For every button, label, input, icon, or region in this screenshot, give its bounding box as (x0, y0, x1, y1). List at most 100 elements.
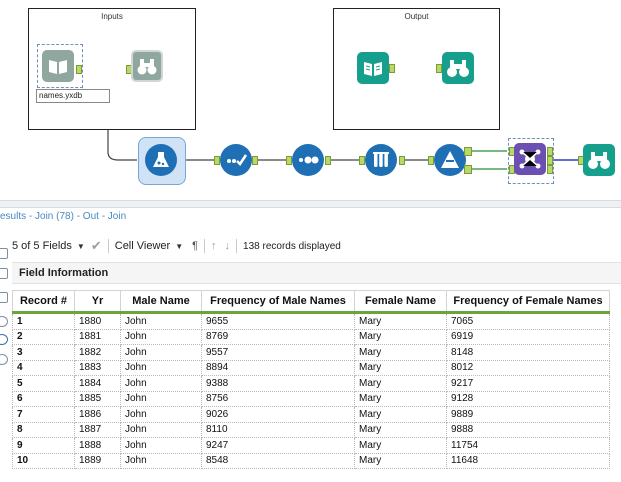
year-cell[interactable]: 1885 (74, 390, 121, 407)
table-row[interactable]: 6 1885 John 8756 Mary 9128 (12, 390, 610, 407)
female-frequency-cell[interactable]: 11754 (446, 437, 610, 454)
male-name-cell[interactable]: John (120, 375, 202, 392)
year-cell[interactable]: 1880 (74, 312, 121, 330)
record-number-cell[interactable]: 3 (12, 344, 75, 361)
female-name-cell[interactable]: Mary (354, 437, 447, 454)
female-name-cell[interactable]: Mary (354, 406, 447, 423)
filter-true-anchor[interactable] (464, 147, 472, 156)
male-frequency-cell[interactable]: 8756 (201, 390, 355, 407)
female-name-cell[interactable]: Mary (354, 359, 447, 376)
record-number-cell[interactable]: 4 (12, 359, 75, 376)
male-name-cell[interactable]: John (120, 390, 202, 407)
table-row[interactable]: 7 1886 John 9026 Mary 9889 (12, 406, 610, 423)
record-number-cell[interactable]: 1 (12, 312, 75, 330)
year-cell[interactable]: 1886 (74, 406, 121, 423)
select-tool-out-anchor[interactable] (252, 156, 258, 165)
male-frequency-cell[interactable]: 8769 (201, 328, 355, 345)
input-data-tool[interactable] (42, 50, 74, 82)
male-frequency-cell[interactable]: 8548 (201, 452, 355, 469)
results-grid[interactable]: Record # Yr Male Name Frequency of Male … (12, 290, 610, 469)
table-row[interactable]: 9 1888 John 9247 Mary 11754 (12, 437, 610, 454)
circle-2-icon[interactable] (0, 334, 8, 345)
female-name-cell[interactable]: Mary (354, 375, 447, 392)
fields-dropdown[interactable]: 5 of 5 Fields ▼ (12, 240, 85, 252)
field-information-bar[interactable]: Field Information (12, 262, 621, 284)
female-name-cell[interactable]: Mary (354, 328, 447, 345)
year-cell[interactable]: 1887 (74, 421, 121, 438)
table-row[interactable]: 3 1882 John 9557 Mary 8148 (12, 344, 610, 361)
female-frequency-cell[interactable]: 11648 (446, 452, 610, 469)
checkmark-icon[interactable]: ✔ (91, 238, 102, 254)
sample-tool[interactable] (292, 144, 324, 176)
table-row[interactable]: 10 1889 John 8548 Mary 11648 (12, 452, 610, 469)
browse-tool-1[interactable] (131, 50, 163, 82)
male-frequency-cell[interactable]: 9557 (201, 344, 355, 361)
female-frequency-cell[interactable]: 8012 (446, 359, 610, 376)
female-frequency-cell[interactable]: 8148 (446, 344, 610, 361)
workflow-canvas[interactable]: Inputs Output names.yxdb (0, 0, 621, 200)
male-name-cell[interactable]: John (120, 359, 202, 376)
female-name-cell[interactable]: Mary (354, 390, 447, 407)
table-row[interactable]: 2 1881 John 8769 Mary 6919 (12, 328, 610, 345)
record-number-cell[interactable]: 8 (12, 421, 75, 438)
female-name-cell[interactable]: Mary (354, 421, 447, 438)
pilcrow-icon[interactable]: ¶ (192, 240, 198, 252)
record-number-cell[interactable]: 10 (12, 452, 75, 469)
male-name-cell[interactable]: John (120, 437, 202, 454)
test-tubes-tool[interactable] (365, 144, 397, 176)
profile-view-icon[interactable] (0, 268, 8, 279)
arrow-up-icon[interactable]: ↑ (211, 240, 217, 252)
table-row[interactable]: 8 1887 John 8110 Mary 9888 (12, 421, 610, 438)
pane-splitter[interactable] (0, 200, 621, 208)
field-info-icon[interactable] (0, 292, 8, 303)
column-header-female-frequency[interactable]: Frequency of Female Names (446, 290, 610, 314)
join-j-out-anchor[interactable] (547, 156, 553, 165)
record-number-cell[interactable]: 2 (12, 328, 75, 345)
input-tool-anchor[interactable] (76, 65, 82, 74)
male-name-cell[interactable]: John (120, 328, 202, 345)
arrow-down-icon[interactable]: ↓ (225, 240, 231, 252)
record-number-cell[interactable]: 6 (12, 390, 75, 407)
male-name-cell[interactable]: John (120, 452, 202, 469)
year-cell[interactable]: 1881 (74, 328, 121, 345)
table-view-icon[interactable] (0, 248, 8, 259)
filter-tool[interactable] (434, 144, 466, 176)
female-frequency-cell[interactable]: 9889 (446, 406, 610, 423)
record-number-cell[interactable]: 5 (12, 375, 75, 392)
female-name-cell[interactable]: Mary (354, 452, 447, 469)
male-frequency-cell[interactable]: 9026 (201, 406, 355, 423)
output-input-anchor[interactable] (389, 64, 395, 73)
tubes-tool-out-anchor[interactable] (399, 156, 405, 165)
male-frequency-cell[interactable]: 8894 (201, 359, 355, 376)
female-name-cell[interactable]: Mary (354, 312, 447, 330)
column-header-male-frequency[interactable]: Frequency of Male Names (201, 290, 355, 314)
table-row[interactable]: 1 1880 John 9655 Mary 7065 (12, 312, 610, 330)
year-cell[interactable]: 1884 (74, 375, 121, 392)
record-number-cell[interactable]: 9 (12, 437, 75, 454)
female-frequency-cell[interactable]: 9128 (446, 390, 610, 407)
join-r-out-anchor[interactable] (547, 165, 553, 174)
column-header-record[interactable]: Record # (12, 290, 75, 314)
cell-viewer-dropdown[interactable]: Cell Viewer ▼ (115, 240, 183, 252)
column-header-yr[interactable]: Yr (74, 290, 121, 314)
sample-tool-out-anchor[interactable] (325, 156, 331, 165)
year-cell[interactable]: 1889 (74, 452, 121, 469)
table-row[interactable]: 5 1884 John 9388 Mary 9217 (12, 375, 610, 392)
output-input-tool[interactable] (357, 52, 389, 84)
join-l-out-anchor[interactable] (547, 147, 553, 156)
male-name-cell[interactable]: John (120, 421, 202, 438)
table-row[interactable]: 4 1883 John 8894 Mary 8012 (12, 359, 610, 376)
male-frequency-cell[interactable]: 8110 (201, 421, 355, 438)
female-name-cell[interactable]: Mary (354, 344, 447, 361)
flask-tool[interactable] (145, 144, 177, 176)
female-frequency-cell[interactable]: 7065 (446, 312, 610, 330)
female-frequency-cell[interactable]: 9888 (446, 421, 610, 438)
column-header-female-name[interactable]: Female Name (354, 290, 447, 314)
male-name-cell[interactable]: John (120, 344, 202, 361)
year-cell[interactable]: 1888 (74, 437, 121, 454)
circle-3-icon[interactable] (0, 354, 8, 365)
male-frequency-cell[interactable]: 9655 (201, 312, 355, 330)
male-name-cell[interactable]: John (120, 406, 202, 423)
select-tool[interactable] (220, 144, 252, 176)
column-header-male-name[interactable]: Male Name (120, 290, 202, 314)
